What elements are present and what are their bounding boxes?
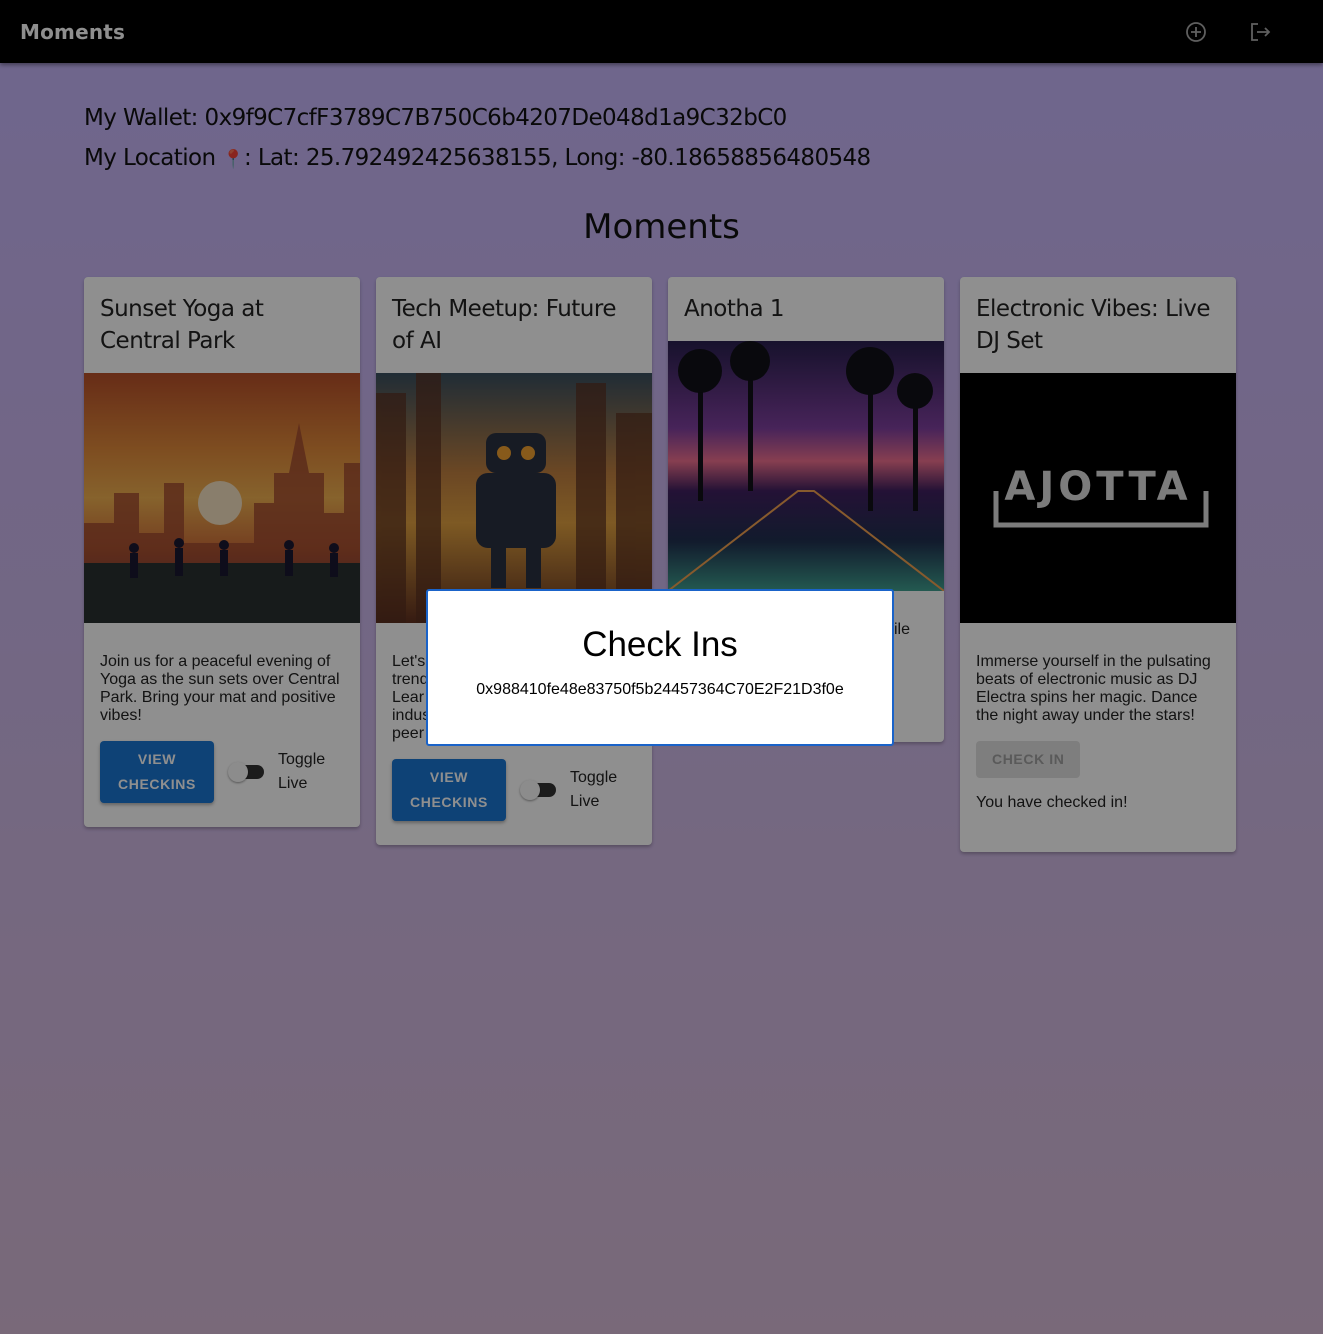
modal-title: Check Ins (582, 625, 738, 664)
checkin-address: 0x988410fe48e83750f5b24457364C70E2F21D3f… (476, 681, 844, 698)
check-ins-modal: Check Ins 0x988410fe48e83750f5b24457364C… (426, 589, 894, 746)
